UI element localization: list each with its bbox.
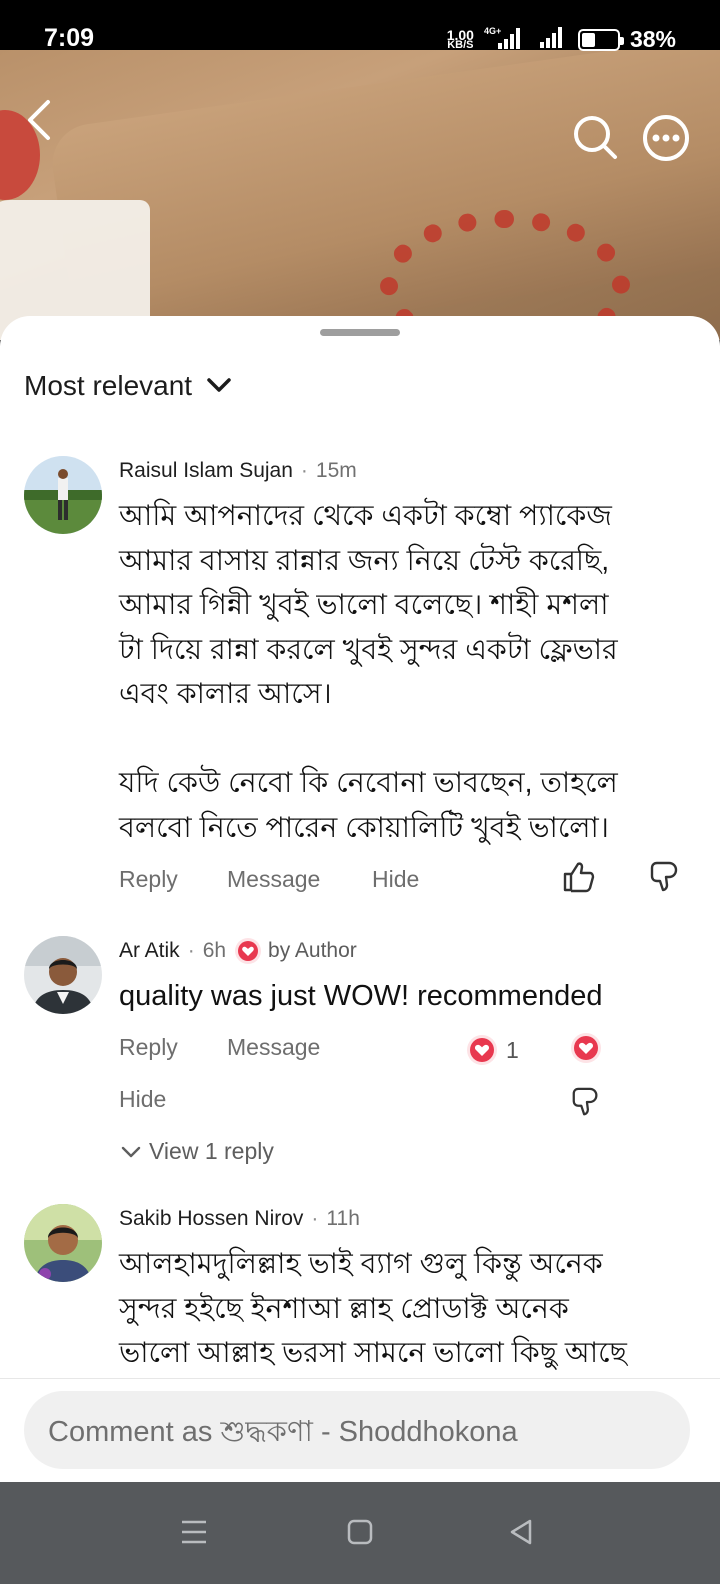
message-button[interactable]: Message bbox=[227, 866, 320, 893]
sort-dropdown[interactable]: Most relevant bbox=[24, 370, 232, 402]
comment-header: Raisul Islam Sujan · 15m bbox=[119, 456, 690, 486]
comment-body: Raisul Islam Sujan · 15m আমি আপনাদের থেক… bbox=[119, 456, 690, 850]
menu-icon[interactable] bbox=[172, 1510, 216, 1554]
comments-sheet: Most relevant Raisul Islam Sujan · 15m আ… bbox=[0, 316, 720, 1496]
love-button[interactable] bbox=[570, 1032, 604, 1066]
separator-dot: · bbox=[187, 939, 195, 962]
view-replies-label: View 1 reply bbox=[149, 1138, 274, 1164]
comment-header: Ar Atik · 6h by Author bbox=[119, 936, 690, 966]
more-options-icon bbox=[643, 115, 689, 161]
comment-text: আলহামদুলিল্লাহ ভাই ব্যাগ গুলু কিন্তু অনে… bbox=[119, 1248, 627, 1369]
message-button[interactable]: Message bbox=[227, 1034, 320, 1061]
cellular-signal-icon: 4G+ bbox=[484, 25, 528, 54]
chevron-left-icon bbox=[28, 100, 50, 140]
heart-badge-icon bbox=[235, 938, 262, 964]
comment-time: 11h bbox=[326, 1207, 360, 1230]
back-button[interactable] bbox=[22, 96, 62, 144]
avatar[interactable] bbox=[24, 936, 102, 1014]
more-options-button[interactable] bbox=[642, 114, 690, 162]
search-button[interactable] bbox=[572, 114, 618, 160]
drag-handle[interactable] bbox=[320, 329, 400, 336]
comment-author[interactable]: Sakib Hossen Nirov bbox=[119, 1207, 303, 1231]
thumbs-down-icon bbox=[650, 861, 678, 892]
chevron-down-icon bbox=[121, 1146, 141, 1157]
battery-percent: 38% bbox=[629, 26, 676, 52]
comment-author[interactable]: Raisul Islam Sujan bbox=[119, 459, 293, 483]
home-icon[interactable] bbox=[338, 1510, 382, 1554]
back-nav-icon[interactable] bbox=[500, 1510, 544, 1554]
dislike-button[interactable] bbox=[648, 860, 682, 894]
author-badge: by Author bbox=[234, 937, 357, 965]
status-time: 7:09 bbox=[44, 24, 95, 52]
view-replies-button[interactable]: View 1 reply bbox=[121, 1138, 274, 1165]
author-badge-label: by Author bbox=[268, 939, 357, 962]
thumbs-up-icon bbox=[563, 862, 595, 893]
comment-body: Ar Atik · 6h by Author quality was just … bbox=[119, 936, 690, 1019]
reply-button[interactable]: Reply bbox=[119, 866, 178, 893]
reaction-count: 1 bbox=[506, 1036, 519, 1063]
status-bar: 7:09 1.00 KB/S 4G+ 38% bbox=[0, 0, 720, 52]
status-indicators: 1.00 KB/S 4G+ 38% bbox=[447, 24, 676, 55]
avatar[interactable] bbox=[24, 1204, 102, 1282]
like-button[interactable] bbox=[562, 860, 596, 894]
comment-text: আমি আপনাদের থেকে একটা কম্বো প্যাকেজ আমার… bbox=[119, 500, 618, 844]
dislike-button[interactable] bbox=[570, 1086, 604, 1120]
reply-button[interactable]: Reply bbox=[119, 1034, 178, 1061]
comment-text: quality was just WOW! recommended bbox=[119, 980, 603, 1012]
chevron-down-icon bbox=[207, 378, 231, 392]
comment-body: Sakib Hossen Nirov · 11h আলহামদুলিল্লাহ … bbox=[119, 1204, 690, 1376]
heart-reaction-icon bbox=[467, 1035, 497, 1065]
comment-author[interactable]: Ar Atik bbox=[119, 939, 180, 963]
separator-dot: · bbox=[311, 1207, 319, 1230]
comment-composer-bar: Comment as শুদ্ধকণা - Shoddhokona bbox=[0, 1378, 720, 1482]
thumbs-down-icon bbox=[572, 1087, 598, 1116]
battery-icon bbox=[577, 28, 624, 51]
battery-fill bbox=[581, 32, 595, 47]
hide-button[interactable]: Hide bbox=[372, 866, 419, 893]
network-speed-unit: KB/S bbox=[447, 38, 474, 51]
comment-time: 15m bbox=[315, 459, 357, 482]
avatar[interactable] bbox=[24, 456, 102, 534]
network-type-label: 4G+ bbox=[484, 26, 501, 36]
hide-button[interactable]: Hide bbox=[119, 1086, 166, 1113]
post-photo bbox=[0, 50, 720, 340]
search-icon bbox=[574, 116, 617, 159]
sort-label: Most relevant bbox=[24, 370, 193, 401]
comment-input[interactable]: Comment as শুদ্ধকণা - Shoddhokona bbox=[24, 1391, 690, 1469]
comment-header: Sakib Hossen Nirov · 11h bbox=[119, 1204, 690, 1234]
reaction-summary[interactable]: 1 bbox=[466, 1034, 519, 1066]
heart-icon bbox=[571, 1033, 601, 1063]
separator-dot: · bbox=[300, 459, 308, 482]
signal-icon bbox=[538, 24, 568, 55]
comment-time: 6h bbox=[202, 939, 227, 962]
system-nav-bar bbox=[0, 1482, 720, 1584]
network-speed: 1.00 KB/S bbox=[447, 28, 474, 51]
